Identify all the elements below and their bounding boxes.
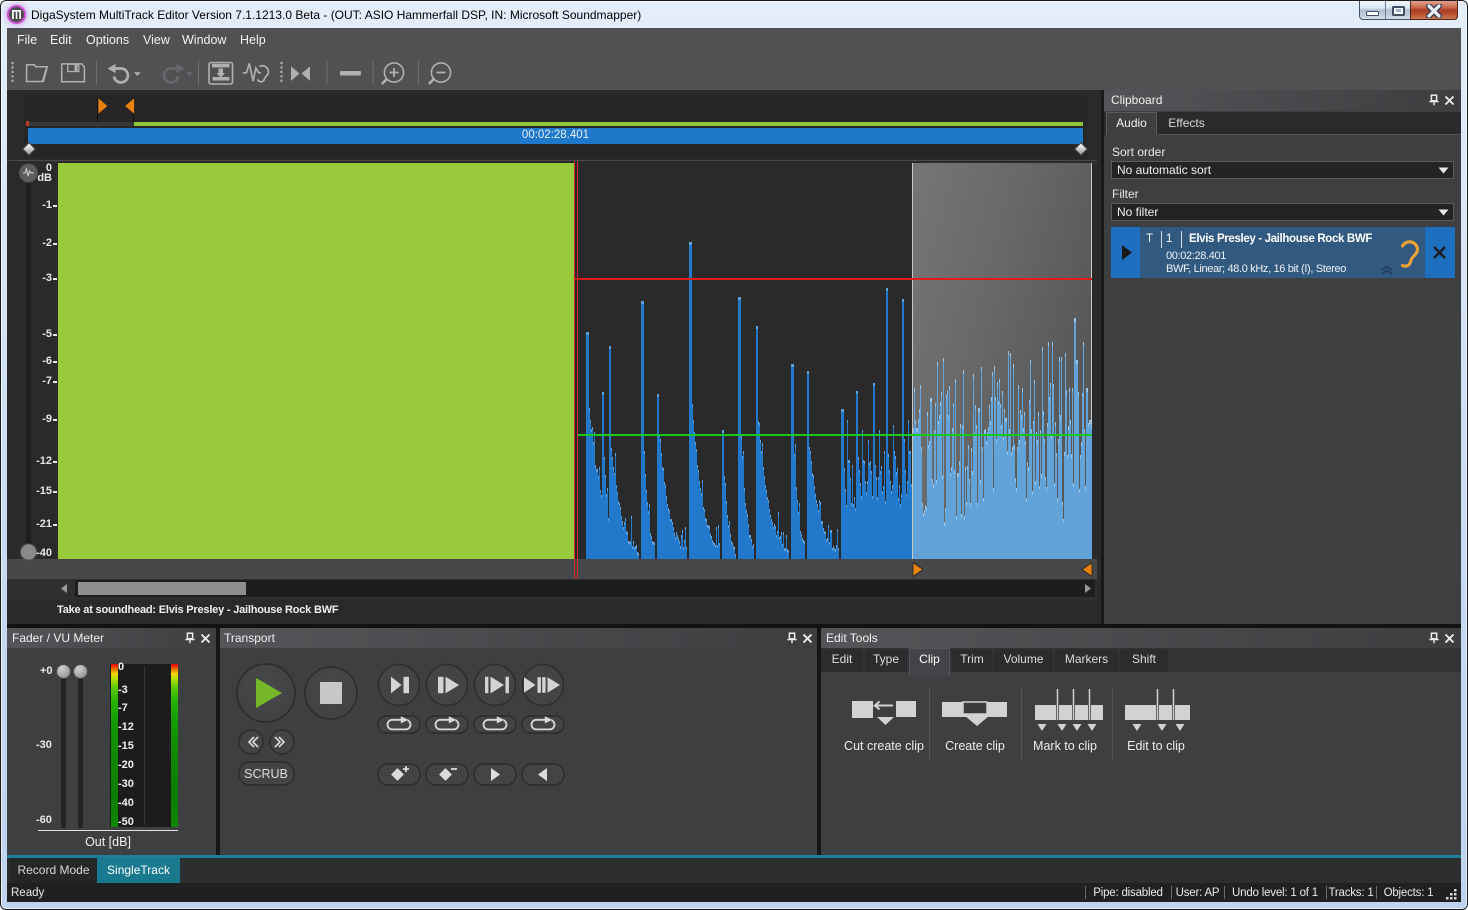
svg-text:SCRUB: SCRUB [244, 767, 288, 781]
